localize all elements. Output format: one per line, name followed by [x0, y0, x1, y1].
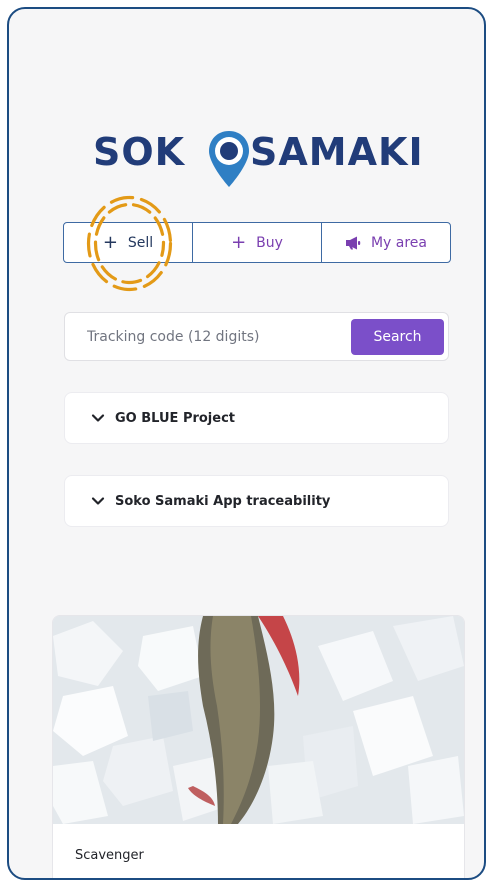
tab-sell[interactable]: + Sell	[64, 223, 192, 262]
location-pin-icon	[209, 131, 249, 187]
search-button[interactable]: Search	[351, 319, 444, 355]
accordion-go-blue-project[interactable]: GO BLUE Project	[64, 392, 449, 444]
plus-icon: +	[231, 231, 247, 253]
card-title: Scavenger	[75, 848, 144, 863]
megaphone-icon	[345, 236, 361, 249]
logo-text-right: SAMAKI	[250, 130, 424, 174]
tab-sell-label: Sell	[127, 234, 154, 251]
tab-buy-label: Buy	[256, 234, 283, 251]
phone-frame: SOK SAMAKI + Sell + Buy My area Tracking…	[7, 7, 486, 880]
tab-buy[interactable]: + Buy	[192, 223, 321, 262]
accordion-label: Soko Samaki App traceability	[115, 493, 331, 509]
accordion-label: GO BLUE Project	[115, 410, 236, 426]
plus-icon: +	[102, 231, 118, 253]
action-tabs: + Sell + Buy My area	[63, 222, 451, 263]
fish-on-ice-image	[53, 616, 464, 824]
sokosamaki-logo: SOK SAMAKI	[83, 127, 443, 191]
product-card[interactable]: Scavenger	[52, 615, 465, 878]
accordion-app-traceability[interactable]: Soko Samaki App traceability	[64, 475, 449, 527]
logo-text-left: SOK	[93, 130, 186, 174]
chevron-down-icon	[91, 414, 105, 422]
tracking-search-box: Search	[64, 312, 449, 361]
chevron-down-icon	[91, 497, 105, 505]
tab-my-area[interactable]: My area	[321, 223, 450, 262]
tab-my-area-label: My area	[370, 234, 428, 251]
tracking-code-input[interactable]	[65, 313, 345, 360]
